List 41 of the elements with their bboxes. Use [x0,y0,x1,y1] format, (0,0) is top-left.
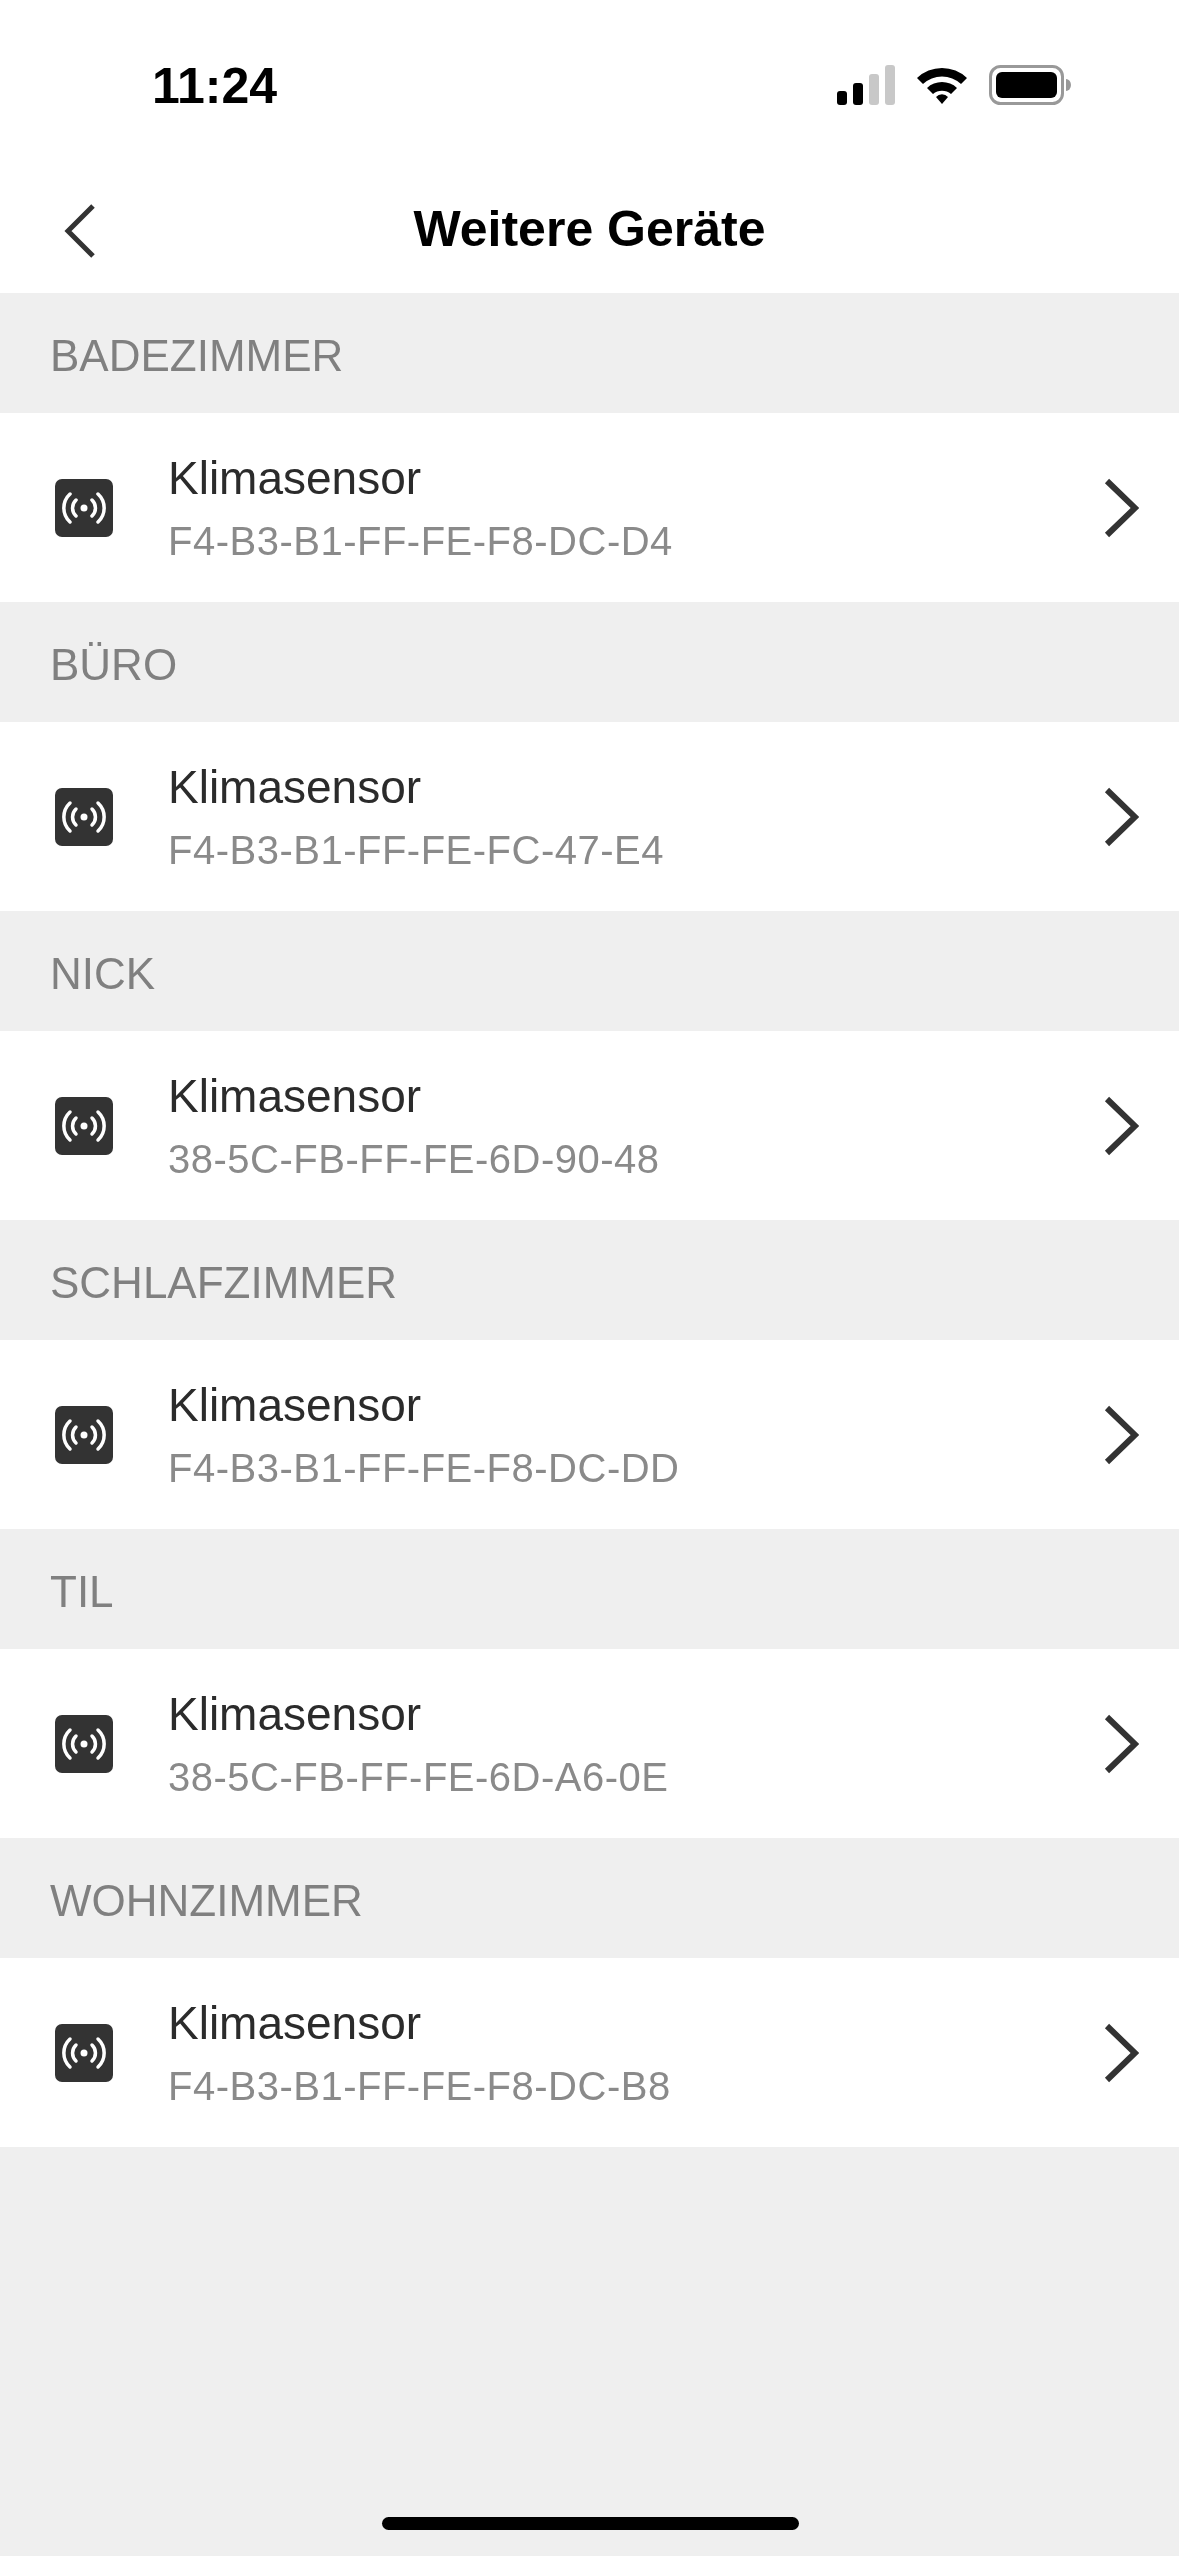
battery-icon [989,65,1071,105]
signal-icon [837,65,895,105]
chevron-right-icon [1103,1712,1139,1775]
section-header: NICK [49,948,157,1000]
status-time: 11:24 [152,57,278,115]
section-header: SCHLAFZIMMER [49,1257,399,1309]
device-name: Klimasensor [168,1069,422,1123]
device-name: Klimasensor [168,451,422,505]
device-address: 38-5C-FB-FF-FE-6D-A6-0E [168,1755,669,1800]
sensor-icon [55,2023,113,2082]
device-address: F4-B3-B1-FF-FE-F8-DC-B8 [168,2064,671,2109]
device-row[interactable]: Klimasensor 38-5C-FB-FF-FE-6D-A6-0E [0,1649,1179,1838]
section-header: WOHNZIMMER [49,1875,364,1927]
chevron-right-icon [1103,476,1139,539]
device-row[interactable]: Klimasensor 38-5C-FB-FF-FE-6D-90-48 [0,1031,1179,1220]
sensor-icon [55,787,113,846]
device-address: F4-B3-B1-FF-FE-F8-DC-D4 [168,519,673,564]
sensor-icon [55,478,113,537]
device-name: Klimasensor [168,1378,422,1432]
device-name: Klimasensor [168,760,422,814]
section-header: TIL [49,1566,115,1618]
section-header: BÜRO [49,639,179,691]
section-header: BADEZIMMER [49,330,345,382]
chevron-right-icon [1103,785,1139,848]
device-row[interactable]: Klimasensor F4-B3-B1-FF-FE-F8-DC-DD [0,1340,1179,1529]
sensor-icon [55,1405,113,1464]
device-address: 38-5C-FB-FF-FE-6D-90-48 [168,1137,660,1182]
device-row[interactable]: Klimasensor F4-B3-B1-FF-FE-FC-47-E4 [0,722,1179,911]
device-name: Klimasensor [168,1687,422,1741]
device-address: F4-B3-B1-FF-FE-F8-DC-DD [168,1446,680,1491]
wifi-icon [915,65,969,105]
chevron-right-icon [1103,1094,1139,1157]
device-name: Klimasensor [168,1996,422,2050]
device-row[interactable]: Klimasensor F4-B3-B1-FF-FE-F8-DC-D4 [0,413,1179,602]
sensor-icon [55,1096,113,1155]
device-address: F4-B3-B1-FF-FE-FC-47-E4 [168,828,664,873]
chevron-right-icon [1103,1403,1139,1466]
sensor-icon [55,1714,113,1773]
page-title: Weitere Geräte [413,199,766,258]
chevron-right-icon [1103,2021,1139,2084]
device-row[interactable]: Klimasensor F4-B3-B1-FF-FE-F8-DC-B8 [0,1958,1179,2147]
